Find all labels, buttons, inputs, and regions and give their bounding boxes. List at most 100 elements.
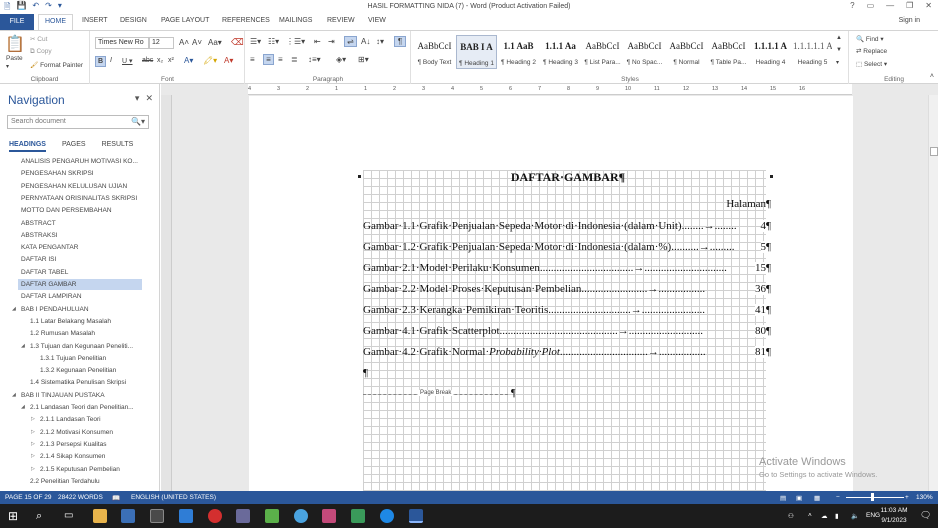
nav-heading-item[interactable]: 1.3.1 Tujuan Penelitian [0,353,158,364]
minimize-icon[interactable]: — [886,1,894,10]
nav-heading-item[interactable]: ◢ 2.1 Landasan Teori dan Penelitian... [0,402,158,413]
nav-heading-item[interactable]: MOTTO DAN PERSEMBAHAN [0,205,158,216]
vertical-ruler[interactable] [161,95,172,491]
opera-icon[interactable] [208,509,222,523]
tab-page-layout[interactable]: PAGE LAYOUT [161,17,209,24]
print-layout-icon[interactable]: ▣ [796,494,802,502]
nav-heading-item[interactable]: PERNYATAAN ORISINALITAS SKRIPSI [0,193,158,204]
expand-triangle-icon[interactable]: ▷ [31,439,35,450]
language-status[interactable]: ENGLISH (UNITED STATES) [131,494,216,501]
file-explorer-icon[interactable] [93,509,107,523]
zoom-slider-thumb[interactable] [871,493,874,501]
clock-date[interactable]: 9/1/2023 [874,517,914,524]
nav-heading-item[interactable]: DAFTAR ISI [0,254,158,265]
clock-time[interactable]: 11:03 AM [874,507,914,514]
style-heading-1[interactable]: BAB I A ¶ Heading 1 [456,35,497,69]
cut-button[interactable]: ✂ Cut [30,35,47,43]
style-normal[interactable]: AaBbCcI ¶ Normal [666,35,707,69]
grow-font-icon[interactable]: A˄ [179,38,189,47]
web-layout-icon[interactable]: ▦ [814,494,820,502]
search-icon[interactable]: 🔍▾ [131,117,145,126]
nav-heading-item[interactable]: ABSTRACT [0,218,158,229]
numbering-icon[interactable]: ☷▾ [268,37,279,46]
strikethrough-icon[interactable]: abc [142,57,153,64]
nav-heading-item[interactable]: ◢ 1.3 Tujuan dan Kegunaan Peneliti... [0,341,158,352]
expand-triangle-icon[interactable]: ▷ [31,464,35,475]
shrink-font-icon[interactable]: A˅ [192,38,202,47]
text-direction-icon[interactable]: ⇌ [344,36,357,47]
edge-icon[interactable] [380,509,394,523]
cloud-icon[interactable]: ☁ [821,512,828,520]
windows-start-icon[interactable]: ⊞ [8,509,22,523]
notifications-icon[interactable]: 🗨 [920,510,931,521]
search-taskbar-icon[interactable]: ⌕ [36,509,50,523]
tab-file[interactable]: FILE [0,14,34,30]
italic-icon[interactable]: I [110,57,112,64]
nav-heading-item[interactable]: ▷ 2.1.1 Landasan Teori [0,414,158,425]
nav-heading-item[interactable]: 1.1 Latar Belakang Masalah [0,316,158,327]
proofing-icon[interactable]: 📖 [112,494,120,502]
multilevel-list-icon[interactable]: ⋮☰▾ [286,37,305,46]
bold-icon[interactable]: B [95,56,106,67]
restore-icon[interactable]: ❐ [906,1,913,10]
page-count[interactable]: PAGE 15 OF 29 [5,494,51,501]
expand-triangle-icon[interactable]: ▷ [31,427,35,438]
collapse-triangle-icon[interactable]: ◢ [12,390,16,401]
borders-icon[interactable]: ⊞▾ [358,55,369,64]
nav-heading-item[interactable]: ABSTRAKSI [0,230,158,241]
close-pane-icon[interactable]: ✕ [145,93,153,104]
replace-button[interactable]: ⇄ Replace [856,47,887,55]
style-heading-3[interactable]: 1.1.1 Aa ¶ Heading 3 [540,35,581,69]
sign-in-link[interactable]: Sign in [899,17,920,24]
tab-results[interactable]: RESULTS [102,141,134,152]
app-icon-4[interactable] [294,509,308,523]
nav-heading-item[interactable]: ANALISIS PENGARUH MOTIVASI KO... [0,156,158,167]
zoom-level[interactable]: 130% [916,494,933,501]
styles-more-icon[interactable]: ▾ [836,59,839,66]
change-case-icon[interactable]: Aa▾ [208,38,222,47]
expand-triangle-icon[interactable]: ▷ [31,451,35,462]
subscript-icon[interactable]: x₂ [157,57,163,64]
nav-heading-item[interactable]: PENGESAHAN KELULUSAN UJIAN [0,181,158,192]
nav-heading-item[interactable]: 1.4 Sistematika Penulisan Skripsi [0,377,158,388]
search-document-input[interactable]: Search document 🔍▾ [7,115,149,129]
nav-heading-item[interactable]: DAFTAR TABEL [0,267,158,278]
tray-chevron-icon[interactable]: ˄ [808,512,812,519]
superscript-icon[interactable]: x² [168,57,174,64]
network-icon[interactable]: ▮ [835,512,839,520]
style-table-paragraph[interactable]: AaBbCcI ¶ Table Pa... [708,35,749,69]
scrollbar-thumb[interactable] [930,147,938,156]
close-icon[interactable]: ✕ [925,1,932,10]
style-heading-5[interactable]: 1.1.1.1.1 A Heading 5 [792,35,833,69]
underline-icon[interactable]: U ▾ [122,57,133,65]
app-icon-5[interactable] [322,509,336,523]
app-icon[interactable] [150,509,164,523]
nav-heading-item[interactable]: ▷ 2.1.5 Keputusan Pembelian [0,464,158,475]
style-heading-2[interactable]: 1.1 AaB ¶ Heading 2 [498,35,539,69]
highlight-icon[interactable]: 🖍▾ [203,56,217,65]
store-icon[interactable] [121,509,135,523]
nav-heading-item[interactable]: ▷ 2.1.4 Sikap Konsumen [0,451,158,462]
align-left-icon[interactable]: ≡ [250,55,255,64]
empty-paragraph[interactable]: ¶ [363,367,773,379]
styles-scroll-down-icon[interactable]: ▼ [836,47,842,53]
select-button[interactable]: ⬚ Select ▾ [856,60,887,68]
help-icon[interactable]: ? [850,1,854,10]
collapse-ribbon-icon[interactable]: ˄ [930,73,934,80]
decrease-indent-icon[interactable]: ⇤ [314,37,321,46]
text-effects-icon[interactable]: A▾ [184,56,193,65]
format-painter-button[interactable]: 🖌 Format Painter [30,61,83,69]
find-button[interactable]: 🔍 Find ▾ [856,35,884,43]
font-size-box[interactable]: 12 [149,37,174,49]
collapse-triangle-icon[interactable]: ◢ [12,304,16,315]
read-mode-icon[interactable]: ▤ [780,494,786,502]
nav-heading-item[interactable]: PENGESAHAN SKRIPSI [0,168,158,179]
zoom-out-icon[interactable]: − [836,494,840,501]
vertical-scrollbar[interactable] [928,95,938,491]
app-icon-2[interactable] [236,509,250,523]
nav-heading-item[interactable]: 1.2 Rumusan Masalah [0,328,158,339]
tab-insert[interactable]: INSERT [82,17,108,24]
nav-heading-item[interactable]: ▷ 2.1.2 Motivasi Konsumen [0,427,158,438]
style-body-text[interactable]: AaBbCcI ¶ Body Text [414,35,455,69]
copy-button[interactable]: ⧉ Copy [30,48,52,56]
